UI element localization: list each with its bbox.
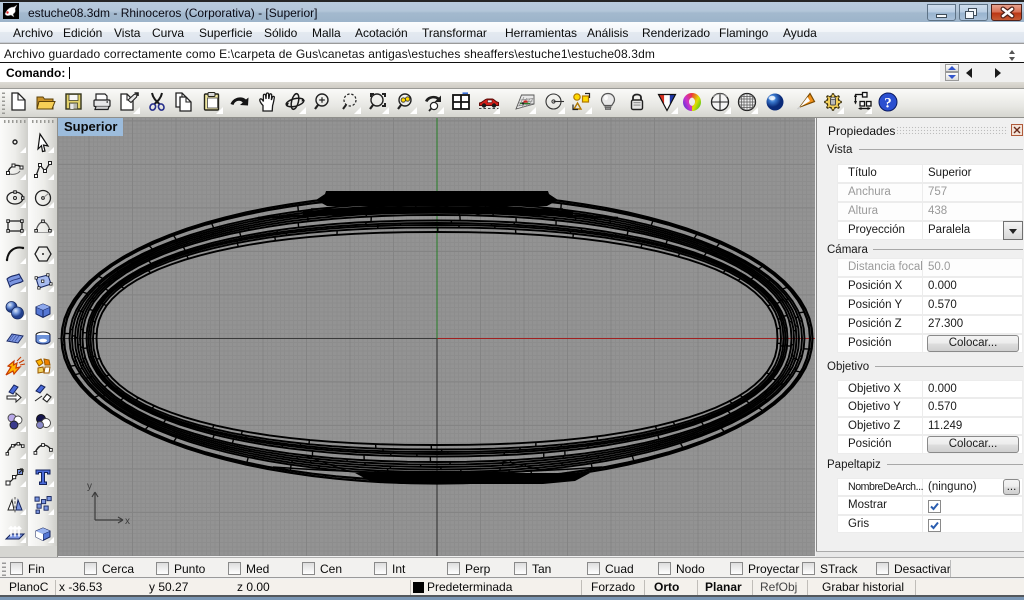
svg-text:y: y [87, 481, 92, 492]
svg-text:x: x [125, 516, 130, 527]
svg-text:?: ? [884, 96, 892, 112]
